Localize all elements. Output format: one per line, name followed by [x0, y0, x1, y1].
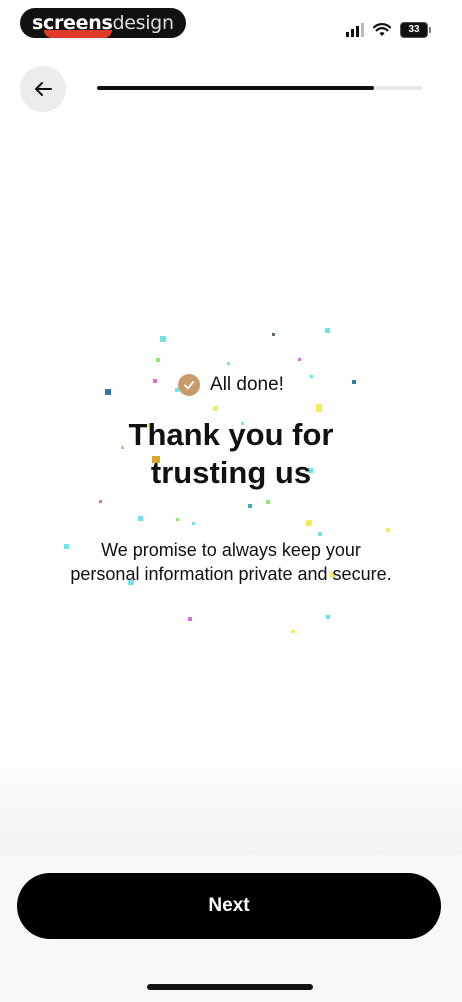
- privacy-message: We promise to always keep your personal …: [20, 538, 442, 586]
- dynamic-island-accent: [44, 30, 112, 38]
- screen: screens design 33 All done! Thank you fo…: [0, 0, 462, 1002]
- arrow-left-icon: [35, 82, 52, 96]
- cellular-signal-icon: [346, 23, 364, 37]
- status-icons: 33: [346, 22, 431, 38]
- check-icon: [178, 374, 201, 396]
- next-button[interactable]: Next: [17, 873, 441, 939]
- watermark-part-design: design: [112, 12, 174, 34]
- subtitle-line-1: We promise to always keep your: [101, 540, 361, 560]
- title-line-2: trusting us: [150, 455, 312, 490]
- page-title: Thank you for trusting us: [40, 416, 422, 492]
- done-label: All done!: [210, 374, 284, 395]
- completion-badge: All done!: [0, 374, 462, 396]
- subtitle-line-2: personal information private and secure.: [70, 564, 392, 584]
- bottom-fade: [0, 740, 462, 855]
- battery-icon: 33: [400, 22, 431, 38]
- home-indicator: [147, 984, 313, 990]
- title-line-1: Thank you for: [128, 417, 334, 452]
- back-button[interactable]: [20, 66, 66, 112]
- progress-fill: [97, 86, 375, 90]
- onboarding-progress-bar: [97, 86, 423, 90]
- wifi-icon: [373, 23, 391, 36]
